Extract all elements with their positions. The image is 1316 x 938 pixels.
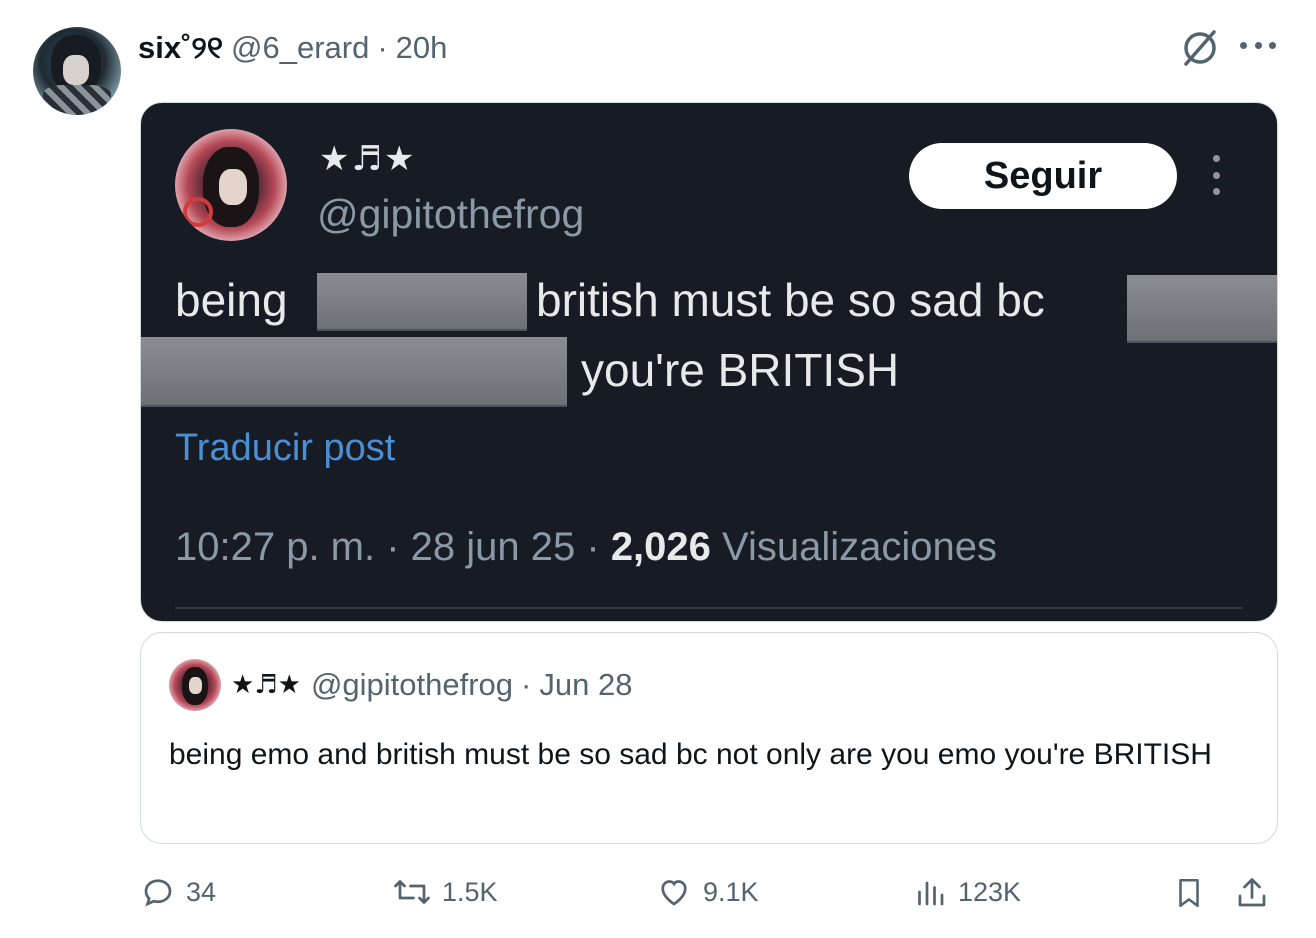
grok-icon[interactable]: [1180, 28, 1220, 68]
quoted-text: being emo and british must be so sad bc …: [169, 738, 1212, 771]
embedded-text-line1a: being: [175, 274, 288, 326]
author-handle[interactable]: @6_erard: [231, 30, 369, 66]
views-count: 123K: [958, 876, 1022, 907]
repost-count: 1.5K: [442, 876, 498, 907]
like-count: 9.1K: [703, 876, 759, 907]
embedded-avatar: [175, 129, 287, 241]
separator-dot: ·: [521, 667, 532, 702]
embedded-text-line1b: british must be so sad bc: [536, 274, 1045, 326]
embedded-text-line2: you're BRITISH: [581, 344, 900, 396]
bookmark-button[interactable]: [1172, 874, 1216, 912]
embedded-display-name: ★♬★: [319, 139, 417, 179]
author-name[interactable]: six˚୨୧: [138, 30, 223, 67]
share-button[interactable]: [1234, 874, 1280, 912]
action-bar: 34 1.5K 9.1K 123K: [0, 870, 1316, 920]
separator-dot: ·: [377, 30, 388, 65]
heart-icon: [661, 880, 687, 906]
embedded-screenshot[interactable]: ★♬★ @gipitothefrog Seguir being british …: [140, 102, 1278, 622]
reply-icon: [144, 879, 172, 907]
embedded-views-count: 2,026: [610, 525, 711, 569]
embedded-timestamp: 10:27 p. m. · 28 jun 25 ·: [175, 525, 611, 569]
divider: [175, 607, 1243, 609]
share-icon: [1238, 878, 1266, 907]
follow-button: Seguir: [909, 143, 1177, 209]
more-icon[interactable]: [1240, 42, 1276, 54]
author-avatar[interactable]: [33, 27, 121, 115]
reply-count: 34: [186, 876, 217, 907]
embedded-meta: 10:27 p. m. · 28 jun 25 · 2,026 Visualiz…: [175, 525, 997, 570]
quoted-header: ★♬★ @gipitothefrog · Jun 28: [231, 667, 632, 703]
bookmark-icon: [1179, 878, 1199, 908]
views-button[interactable]: 123K: [912, 874, 1021, 910]
post-header: six˚୨୧ @6_erard · 20h: [138, 28, 447, 68]
quoted-display-name: ★♬★: [231, 670, 301, 700]
embedded-more-icon: [1213, 155, 1225, 195]
quoted-avatar: [169, 659, 221, 711]
censor-bar: [1127, 275, 1277, 341]
bar-chart-icon: [918, 881, 944, 906]
embedded-views-label: Visualizaciones: [710, 525, 998, 569]
repost-button[interactable]: 1.5K: [392, 874, 498, 910]
quoted-post[interactable]: ★♬★ @gipitothefrog · Jun 28 being emo an…: [140, 632, 1278, 844]
embedded-handle: @gipitothefrog: [317, 191, 585, 237]
like-button[interactable]: 9.1K: [655, 874, 759, 910]
censor-bar: [141, 337, 567, 405]
translate-link: Traducir post: [175, 427, 396, 469]
repost-icon: [394, 880, 430, 904]
post-time[interactable]: 20h: [396, 30, 448, 66]
reply-button[interactable]: 34: [140, 874, 216, 910]
quoted-handle: @gipitothefrog: [310, 667, 514, 702]
quoted-date: Jun 28: [539, 667, 633, 702]
censor-bar: [317, 273, 527, 329]
